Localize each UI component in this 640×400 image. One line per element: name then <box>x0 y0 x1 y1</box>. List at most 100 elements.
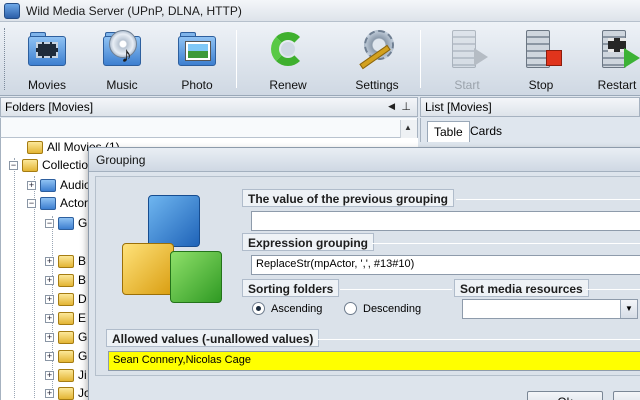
toolbar-separator <box>420 30 421 88</box>
folder-icon <box>58 368 74 382</box>
folders-panel-header: Folders [Movies] ◀ ⊥ <box>0 97 418 117</box>
restart-button[interactable]: Restart <box>584 26 640 92</box>
photo-button[interactable]: Photo <box>164 26 230 92</box>
stop-button[interactable]: Stop <box>508 26 574 92</box>
tree-item[interactable]: + B <box>45 271 86 289</box>
list-tabs: Table Cards <box>420 118 640 142</box>
folder-icon <box>40 178 56 192</box>
folder-icon <box>58 273 74 287</box>
tree-item[interactable]: + E <box>45 309 86 327</box>
grouping-cubes-icon <box>118 195 238 325</box>
expand-icon[interactable]: + <box>45 351 54 361</box>
ascending-radio[interactable]: Ascending <box>252 302 322 315</box>
folders-header-label: Folders [Movies] <box>5 100 94 114</box>
descending-radio[interactable]: Descending <box>344 302 421 315</box>
tree-item[interactable]: + G <box>45 328 87 346</box>
movies-button[interactable]: Movies <box>14 26 80 92</box>
folders-subbar <box>0 118 418 138</box>
folder-icon <box>58 349 74 363</box>
tree-item-collection[interactable]: − Collection <box>9 156 95 174</box>
photo-label: Photo <box>181 78 213 92</box>
prev-grouping-field[interactable] <box>251 211 640 231</box>
tree-item-label: D <box>78 292 87 306</box>
tree-item-label: E <box>78 311 87 325</box>
music-folder-icon: ♪ <box>99 28 145 72</box>
tree-item-label: Ji <box>78 368 87 382</box>
cancel-button[interactable] <box>613 391 640 400</box>
collapse-icon[interactable]: − <box>45 218 54 228</box>
sorting-folders-label: Sorting folders <box>242 279 340 297</box>
renew-label: Renew <box>269 78 307 92</box>
folder-icon <box>58 330 74 344</box>
sort-media-select[interactable]: ▼ <box>462 299 638 319</box>
tree-item[interactable]: + D <box>45 290 87 308</box>
restart-label: Restart <box>597 78 637 92</box>
tree-item-label: Collection <box>42 158 95 172</box>
radio-checked-icon <box>252 302 265 315</box>
tree-item[interactable]: + Jo <box>45 384 91 400</box>
tree-item-group[interactable]: − G <box>45 214 87 232</box>
dialog-body: The value of the previous grouping Expre… <box>95 176 640 376</box>
tree-item[interactable]: + Ji <box>45 366 87 384</box>
folder-icon <box>22 158 38 172</box>
folder-icon <box>58 216 74 230</box>
grouping-dialog: Grouping The value of the previous group… <box>88 147 640 400</box>
folder-icon <box>58 254 74 268</box>
settings-button[interactable]: Settings <box>344 26 410 92</box>
tree-item-label: G <box>78 349 88 363</box>
descending-label: Descending <box>363 302 422 315</box>
expand-icon[interactable]: + <box>27 180 36 190</box>
folder-icon <box>58 311 74 325</box>
tree-item-label: G <box>78 330 88 344</box>
server-stop-icon <box>518 28 564 72</box>
folder-icon <box>58 292 74 306</box>
list-header-label: List [Movies] <box>425 100 492 114</box>
folder-icon <box>27 140 43 154</box>
folder-icon <box>40 196 56 210</box>
prev-grouping-label: The value of the previous grouping <box>242 189 455 207</box>
toolbar-grip[interactable] <box>4 28 7 90</box>
toolbar-separator <box>236 30 237 88</box>
collapse-icon[interactable]: − <box>9 160 18 170</box>
collapse-icon[interactable]: − <box>27 198 36 208</box>
allowed-values-label: Allowed values (-unallowed values) <box>106 329 320 347</box>
tab-cards[interactable]: Cards <box>464 121 508 142</box>
start-label: Start <box>454 78 480 92</box>
expand-icon[interactable]: + <box>45 275 54 285</box>
panel-collapse-icon[interactable]: ◀ <box>388 101 395 112</box>
list-panel-header: List [Movies] <box>420 97 640 117</box>
allowed-values-field[interactable]: Sean Connery,Nicolas Cage <box>108 351 640 371</box>
pin-icon[interactable]: ⊥ <box>401 100 411 113</box>
renew-arrows-icon <box>265 28 311 72</box>
tree-item-label: Audio <box>60 178 91 192</box>
tree-item[interactable]: + G <box>45 347 87 365</box>
dialog-title: Grouping <box>89 148 640 172</box>
start-button[interactable]: Start <box>434 26 500 92</box>
chevron-down-icon[interactable]: ▼ <box>620 300 637 318</box>
radio-unchecked-icon <box>344 302 357 315</box>
expand-icon[interactable]: + <box>45 294 54 304</box>
tree-item-label: B <box>78 254 87 268</box>
expand-icon[interactable]: + <box>45 256 54 266</box>
expand-icon[interactable]: + <box>45 332 54 342</box>
tree-item[interactable]: + B <box>45 252 86 270</box>
movies-label: Movies <box>27 78 66 92</box>
expression-grouping-label: Expression grouping <box>242 233 375 251</box>
tree-item-audio[interactable]: + Audio <box>27 176 91 194</box>
expand-icon[interactable]: + <box>45 370 54 380</box>
ok-button[interactable]: Ok <box>527 391 603 400</box>
window-title: Wild Media Server (UPnP, DLNA, HTTP) <box>26 3 242 18</box>
renew-button[interactable]: Renew <box>255 26 321 92</box>
sort-media-label: Sort media resources <box>454 279 589 297</box>
music-label: Music <box>106 78 138 92</box>
movies-folder-icon <box>24 28 70 72</box>
folder-icon <box>58 386 74 400</box>
tree-item-actors[interactable]: − Actors <box>27 194 94 212</box>
stop-label: Stop <box>528 78 554 92</box>
scroll-up-icon[interactable]: ▲ <box>404 123 412 132</box>
expression-grouping-field[interactable]: ReplaceStr(mpActor, ',', #13#10) <box>251 255 640 275</box>
settings-gear-icon <box>354 28 400 72</box>
expand-icon[interactable]: + <box>45 313 54 323</box>
music-button[interactable]: ♪ Music <box>89 26 155 92</box>
expand-icon[interactable]: + <box>45 388 54 398</box>
